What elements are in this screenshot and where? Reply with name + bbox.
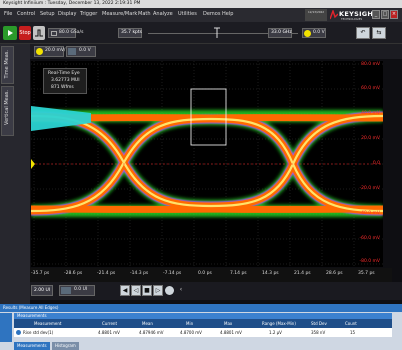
more-button[interactable]: ‹ <box>176 285 186 296</box>
menu-measure-mark[interactable]: Measure/Mark <box>102 11 137 17</box>
undo-button[interactable]: ↶ <box>356 27 370 39</box>
close-button[interactable]: × <box>390 10 398 19</box>
sample-rate-field[interactable]: 80.0 GSa/s <box>48 28 83 38</box>
time-scale-field[interactable]: 2.00 UI <box>31 285 53 296</box>
run-button[interactable] <box>3 26 17 40</box>
y-tick-label: 20.0 mV <box>361 136 380 141</box>
eye-info-title: Real-Time Eye <box>48 71 80 76</box>
menu-trigger[interactable]: Trigger <box>80 11 97 17</box>
date-box: 12/13/2022 <box>305 9 327 21</box>
channel-scale-field[interactable]: 20.0 mV/ <box>34 46 65 57</box>
minimize-button[interactable]: _ <box>372 10 380 19</box>
trigger-marker-icon <box>214 27 220 38</box>
channel-one-icon <box>36 48 43 55</box>
nav-first-button[interactable]: ◀ <box>120 285 130 296</box>
x-tick-label: 0.0 ps <box>198 271 212 276</box>
eye-info-ui: 3.62773 MUI <box>51 78 80 83</box>
channel-one-icon <box>304 30 311 37</box>
x-tick-label: -14.3 ps <box>130 271 149 276</box>
x-tick-label: 14.3 ps <box>262 271 279 276</box>
points-field[interactable]: 35.7 kpts <box>118 28 142 38</box>
x-axis: -35.7 ps -28.6 ps -21.4 ps -14.3 ps -7.1… <box>30 268 392 282</box>
channel-offset-field[interactable]: 0.0 V <box>66 46 96 57</box>
measurements-table-header: Measurement Current Mean Min Max Range (… <box>14 319 392 328</box>
x-tick-label: 28.6 ps <box>326 271 343 276</box>
horizontal-controls: 2.00 UI 0.0 UI ◀ ◁ ■ ▷ ‹ <box>30 282 402 300</box>
tab-histogram[interactable]: Histogram <box>52 342 79 350</box>
bandwidth-field[interactable]: 33.0 GHz <box>268 28 292 38</box>
x-tick-label: -35.7 ps <box>31 271 50 276</box>
play-icon <box>8 30 13 36</box>
x-tick-label: 21.4 ps <box>294 271 311 276</box>
y-tick-label: 60.0 mV <box>361 86 380 91</box>
acquire-icon <box>51 31 57 36</box>
offset-icon <box>68 48 76 55</box>
menu-help[interactable]: Help <box>222 11 233 17</box>
autoscale-button[interactable]: ⇆ <box>372 27 386 39</box>
nav-stop-button[interactable]: ■ <box>142 285 152 296</box>
x-tick-label: 35.7 ps <box>358 271 375 276</box>
y-tick-label: -40.0 mV <box>359 211 380 216</box>
time-offset-field[interactable]: 0.0 UI <box>59 285 95 296</box>
menu-setup[interactable]: Setup <box>40 11 55 17</box>
table-row[interactable]: Rise std dev(1) 4.8801 mV 4.87946 mV 4.8… <box>14 328 392 337</box>
nav-prev-button[interactable]: ◁ <box>131 285 141 296</box>
results-title: Results (Measure All Edges) <box>0 304 402 312</box>
stop-button[interactable]: Stop <box>19 26 31 40</box>
brand-sub: TECHNOLOGIES <box>341 17 363 21</box>
keysight-wave-icon <box>330 10 338 20</box>
acquisition-toolbar: Stop 80.0 GSa/s 35.7 kpts 33.0 GHz 0.0 V… <box>0 22 402 44</box>
trigger-level-field[interactable]: 0.0 V <box>302 28 326 38</box>
channel-toolbar: 20.0 mV/ 0.0 V <box>0 44 402 59</box>
bottom-tabs: Measurements Histogram <box>0 342 402 350</box>
x-tick-label: -7.14 ps <box>163 271 182 276</box>
zoom-icon <box>61 287 71 294</box>
restore-button[interactable]: □ <box>381 10 389 19</box>
eye-info-box: Real-Time Eye 3.62773 MUI 871 Wfms <box>43 68 87 94</box>
left-sidebar: Time Meas. Vertical Meas. <box>0 44 30 306</box>
x-tick-label: -21.4 ps <box>97 271 116 276</box>
row-status-icon <box>16 330 21 335</box>
y-tick-label: -60.0 mV <box>359 236 380 241</box>
y-tick-label: -20.0 mV <box>359 186 380 191</box>
single-button[interactable] <box>33 26 45 40</box>
single-shot-icon <box>35 29 43 37</box>
menu-display[interactable]: Display <box>58 11 76 17</box>
y-tick-label: 40.0 mV <box>361 111 380 116</box>
tab-vertical-meas[interactable]: Vertical Meas. <box>1 86 14 136</box>
y-tick-label: -80.0 mV <box>359 259 380 264</box>
eye-info-wfms: 871 Wfms <box>51 85 74 90</box>
waveform-display[interactable]: Real-Time Eye 3.62773 MUI 871 Wfms 80.0 … <box>31 61 383 267</box>
y-tick-label: 0.0 <box>372 161 380 166</box>
x-tick-label: -28.6 ps <box>64 271 83 276</box>
eye-traces <box>31 109 383 218</box>
x-tick-label: 7.14 ps <box>230 271 247 276</box>
menu-control[interactable]: Control <box>17 11 35 17</box>
menu-math[interactable]: Math <box>138 11 151 17</box>
channel-ground-marker <box>31 159 35 169</box>
menu-utilities[interactable]: Utilities <box>178 11 197 17</box>
menu-bar: File Control Setup Display Trigger Measu… <box>0 8 402 22</box>
window-controls: _ □ × <box>372 10 400 20</box>
record-button[interactable] <box>165 286 174 295</box>
tab-time-meas[interactable]: Time Meas. <box>1 46 14 84</box>
y-tick-label: 80.0 mV <box>361 62 380 67</box>
menu-analyze[interactable]: Analyze <box>153 11 173 17</box>
window-title: Keysight Infiniium : Tuesday, December 1… <box>0 0 402 8</box>
nav-next-button[interactable]: ▷ <box>153 285 163 296</box>
menu-demos[interactable]: Demos <box>203 11 220 17</box>
tab-measurements[interactable]: Measurements <box>14 342 50 350</box>
menu-file[interactable]: File <box>4 11 12 17</box>
